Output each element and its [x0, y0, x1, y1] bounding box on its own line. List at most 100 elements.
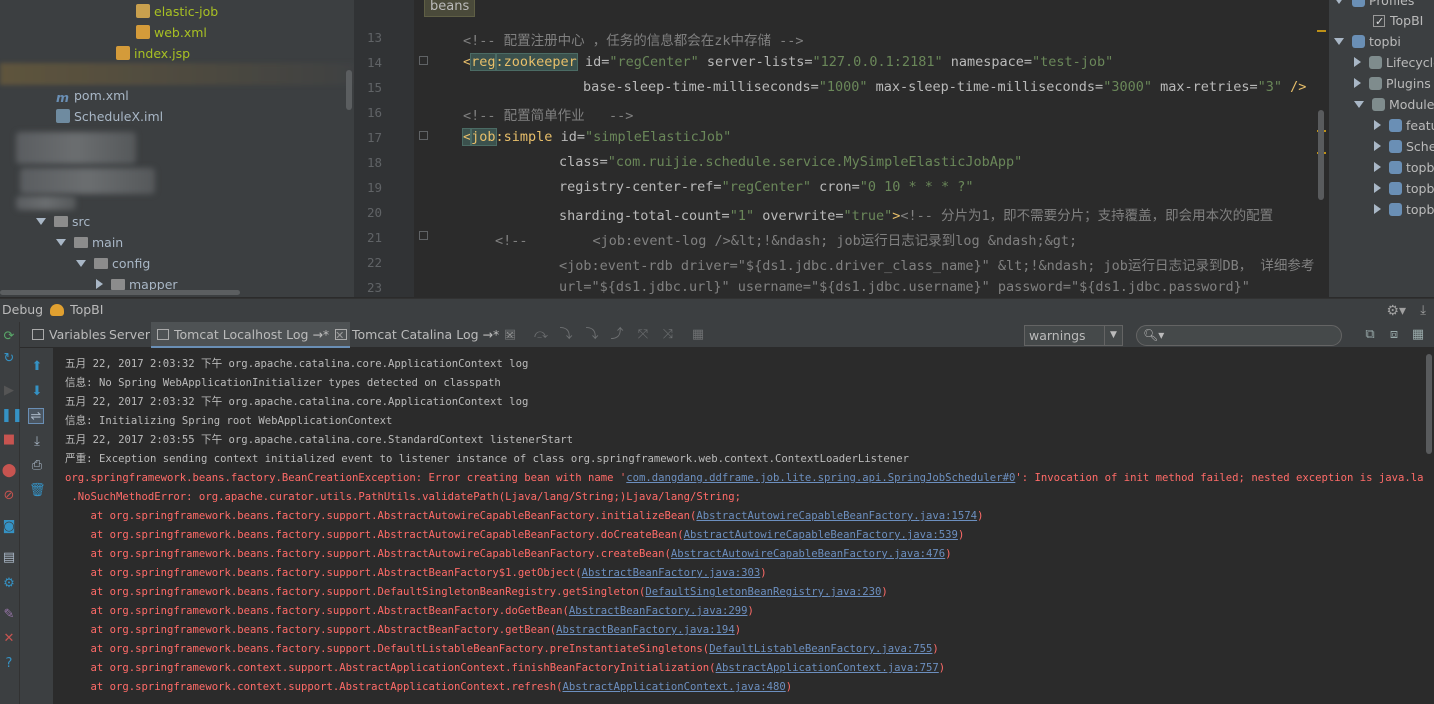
maven-module-item[interactable]: topb — [1374, 199, 1434, 220]
regex-icon[interactable]: ⧉ — [1362, 327, 1378, 343]
source-link[interactable]: AbstractBeanFactory.java:303 — [582, 567, 761, 579]
hide-panel-icon[interactable]: ⤓ — [1420, 300, 1426, 322]
log-line: 五月 22, 2017 2:03:32 下午 org.apache.catali… — [65, 358, 529, 370]
tree-item-config[interactable]: config — [76, 253, 150, 274]
log-level-filter-select[interactable]: warnings ▼ — [1024, 325, 1123, 346]
fold-marker-icon[interactable] — [419, 56, 428, 65]
expand-arrow-icon[interactable] — [56, 239, 66, 246]
view-breakpoints-icon[interactable]: ⬤ — [1, 463, 17, 479]
warning-mark[interactable] — [1317, 30, 1326, 32]
expand-arrow-icon[interactable] — [36, 218, 46, 225]
resume-program-icon[interactable]: ▶ — [1, 383, 17, 399]
chevron-down-icon[interactable]: ▼ — [1104, 326, 1122, 345]
log-search-input[interactable]: 🔍︎▾ — [1136, 325, 1342, 346]
pause-icon[interactable]: ❚❚ — [1, 408, 23, 424]
collapse-arrow-icon[interactable] — [1374, 204, 1381, 214]
collapse-arrow-icon[interactable] — [1354, 57, 1361, 67]
expand-arrow-icon[interactable] — [76, 260, 86, 267]
line-number: 17 — [366, 130, 382, 145]
tab-tomcat-localhost-log[interactable]: Tomcat Localhost Log →* ✕ — [151, 322, 351, 348]
force-step-into-icon[interactable]: ⤵ — [584, 327, 600, 343]
collapse-arrow-icon[interactable] — [1374, 183, 1381, 193]
source-link[interactable]: com.dangdang.ddframe.job.lite.spring.api… — [626, 472, 1015, 484]
code-editor[interactable]: 13 14 15 16 17 18 19 20 21 22 23 beans <… — [354, 0, 1328, 297]
collapse-arrow-icon[interactable] — [1374, 120, 1381, 130]
tree-item-index-jsp[interactable]: index.jsp — [116, 43, 190, 64]
step-out-icon[interactable]: ⤴ — [609, 327, 625, 343]
collapse-arrow-icon[interactable] — [96, 279, 103, 289]
soft-wrap-icon[interactable]: ⇌ — [28, 408, 44, 424]
close-icon[interactable]: ✕ — [1, 631, 17, 647]
source-link[interactable]: AbstractBeanFactory.java:194 — [556, 624, 735, 636]
pin-icon[interactable]: ✎ — [1, 607, 17, 623]
layout-icon[interactable]: ▤ — [1, 550, 17, 566]
stop-icon[interactable]: ■ — [1, 432, 17, 448]
tab-server[interactable]: Server — [103, 322, 156, 348]
tab-variables[interactable]: Variables — [26, 322, 112, 348]
fold-marker-icon[interactable] — [419, 131, 428, 140]
arrow-up-icon[interactable]: ⬆ — [29, 359, 45, 375]
maven-modules[interactable]: Modules — [1354, 94, 1434, 115]
maven-module-item[interactable]: topb — [1374, 157, 1434, 178]
project-vertical-scrollbar[interactable] — [346, 70, 352, 110]
settings-gear-icon[interactable]: ⚙▾ — [1386, 300, 1406, 322]
blurred-region — [16, 196, 76, 210]
debug-config-name[interactable]: TopBI — [70, 302, 103, 317]
source-link[interactable]: DefaultSingletonBeanRegistry.java:230 — [645, 586, 881, 598]
source-link[interactable]: AbstractApplicationContext.java:480 — [562, 681, 785, 693]
resume-icon[interactable]: ⟳ — [1, 329, 17, 345]
source-link[interactable]: DefaultListableBeanFactory.java:755 — [709, 643, 932, 655]
rerun-icon[interactable]: ↻ — [1, 351, 17, 367]
maven-profile-topbi[interactable]: TopBI — [1373, 10, 1423, 32]
step-over-icon[interactable]: ⤼ — [533, 327, 549, 343]
log-line: 信息: No Spring WebApplicationInitializer … — [65, 377, 501, 389]
maven-lifecycle[interactable]: Lifecycle — [1354, 52, 1434, 73]
editor-vertical-scrollbar[interactable] — [1318, 110, 1324, 200]
more-options-icon[interactable]: ▦ — [1410, 327, 1426, 343]
tree-item-pom-xml[interactable]: m pom.xml — [56, 85, 129, 106]
source-link[interactable]: AbstractAutowireCapableBeanFactory.java:… — [671, 548, 945, 560]
source-link[interactable]: AbstractAutowireCapableBeanFactory.java:… — [696, 510, 977, 522]
maven-module-item[interactable]: featu — [1374, 115, 1434, 136]
collapse-arrow-icon[interactable] — [1374, 141, 1381, 151]
help-icon[interactable]: ? — [1, 656, 17, 672]
expand-arrow-icon[interactable] — [1334, 0, 1344, 4]
project-horizontal-scrollbar[interactable] — [0, 290, 240, 295]
tree-item-web-xml[interactable]: web.xml — [136, 22, 207, 43]
maven-plugins[interactable]: Plugins — [1354, 73, 1431, 94]
arrow-down-icon[interactable]: ⬇ — [29, 384, 45, 400]
maven-project-topbi[interactable]: topbi — [1334, 31, 1401, 52]
camera-icon[interactable]: ◙ — [1, 519, 17, 535]
tab-tomcat-catalina-log[interactable]: Tomcat Catalina Log →* ✕ — [329, 322, 520, 348]
tree-item-schedulex-iml[interactable]: ScheduleX.iml — [56, 106, 163, 127]
collapse-arrow-icon[interactable] — [1374, 162, 1381, 172]
breadcrumb[interactable]: beans — [424, 0, 476, 17]
expand-arrow-icon[interactable] — [1334, 38, 1344, 45]
run-to-cursor-icon[interactable]: ⤨ — [660, 327, 676, 343]
tree-item-src[interactable]: src — [36, 211, 90, 232]
source-link[interactable]: AbstractBeanFactory.java:299 — [569, 605, 748, 617]
evaluate-expression-icon[interactable]: ▦ — [690, 327, 706, 343]
collapse-arrow-icon[interactable] — [1354, 78, 1361, 88]
mute-breakpoints-icon[interactable]: ⊘ — [1, 488, 17, 504]
checkbox-checked-icon[interactable] — [1373, 11, 1385, 32]
step-into-icon[interactable]: ⤵ — [558, 327, 574, 343]
source-link[interactable]: AbstractApplicationContext.java:757 — [716, 662, 939, 674]
drop-frame-icon[interactable]: ⤧ — [635, 327, 651, 343]
maven-module-item[interactable]: Sche — [1374, 136, 1434, 157]
filter-icon[interactable]: ⧈ — [1386, 327, 1402, 343]
scrollbar-thumb[interactable] — [1426, 354, 1432, 454]
show-execution-point-icon[interactable]: ▤ — [502, 327, 518, 343]
gear-icon[interactable]: ⚙ — [1, 576, 17, 592]
tree-item-main[interactable]: main — [56, 232, 123, 253]
fold-marker-icon[interactable] — [419, 231, 428, 240]
maven-module-item[interactable]: topb — [1374, 178, 1434, 199]
print-icon[interactable]: ⎙ — [29, 458, 45, 474]
source-link[interactable]: AbstractAutowireCapableBeanFactory.java:… — [684, 529, 958, 541]
expand-arrow-icon[interactable] — [1354, 101, 1364, 108]
log-vertical-scrollbar[interactable] — [1424, 348, 1434, 704]
tree-item-elastic-job[interactable]: elastic-job — [136, 1, 218, 22]
log-console-output[interactable]: 五月 22, 2017 2:03:32 下午 org.apache.catali… — [54, 348, 1424, 704]
scroll-to-end-icon[interactable]: ⤓ — [29, 434, 45, 450]
trash-icon[interactable]: 🗑︎ — [29, 483, 46, 499]
